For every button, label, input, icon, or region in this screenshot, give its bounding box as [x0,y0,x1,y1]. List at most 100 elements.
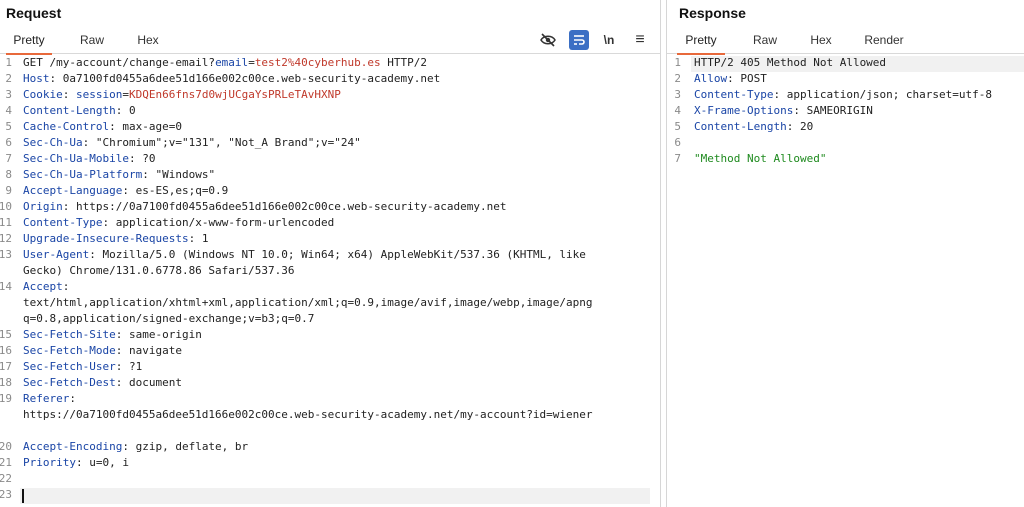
code-token: : application/x-www-form-urlencoded [102,216,335,229]
code-token: : [69,392,76,405]
line-number: 6 [674,136,681,149]
code-line: Upgrade-Insecure-Requests: 1 [23,232,208,245]
code-line: https://0a7100fd0455a6dee51d166e002c00ce… [23,408,593,421]
code-line: HTTP/2 405 Method Not Allowed [694,56,886,69]
code-token: Host [23,72,50,85]
response-pane: Response Pretty Raw Hex Render 1 HTTP/2 4… [667,0,1024,507]
code-line: Sec-Fetch-Mode: navigate [23,344,182,357]
menu-icon[interactable]: ≡ [630,30,650,50]
line-number: 2 [5,72,12,85]
code-token: Gecko) Chrome/131.0.6778.86 Safari/537.3… [23,264,295,277]
line-number: 16 [0,344,12,357]
code-line: Referer: [23,392,76,405]
code-token: Sec-Ch-Ua-Platform [23,168,143,181]
wrap-lines-icon[interactable] [569,30,589,50]
code-line: text/html,application/xhtml+xml,applicat… [23,296,593,309]
code-token: X-Frame-Options [694,104,794,117]
line-number: 11 [0,216,12,229]
line-number: 12 [0,232,12,245]
line-number: 17 [0,360,12,373]
code-token: : "Chromium";v="131", "Not_A Brand";v="2… [82,136,361,149]
response-tab-hex[interactable]: Hex [801,33,841,53]
newline-icon[interactable]: \n [599,30,619,50]
code-token: Priority [23,456,76,469]
request-tab-pretty[interactable]: Pretty [6,33,52,55]
code-token: q=0.8,application/signed-exchange;v=b3;q… [23,312,315,325]
line-number: 5 [674,120,681,133]
line-number: 3 [5,88,12,101]
code-line: X-Frame-Options: SAMEORIGIN [694,104,873,117]
line-number: 3 [674,88,681,101]
code-token: : Mozilla/5.0 (Windows NT 10.0; Win64; x… [89,248,586,261]
request-tab-raw[interactable]: Raw [72,33,112,53]
line-number: 9 [5,184,12,197]
code-line: Sec-Ch-Ua-Platform: "Windows" [23,168,215,181]
line-number: 7 [674,152,681,165]
code-token: Allow [694,72,728,85]
code-token: : ?0 [128,152,156,165]
code-line: GET /my-account/change-email?email=test2… [23,56,427,69]
response-editor[interactable]: 1 HTTP/2 405 Method Not Allowed 2 Allow: PO… [667,56,1024,507]
code-line: Origin: https://0a7100fd0455a6dee51d166e… [23,200,506,213]
code-token: : 0a7100fd0455a6dee51d166e002c00ce.web-s… [49,72,441,85]
code-line: Content-Length: 20 [694,120,813,133]
code-token: HTTP/2 405 Method Not Allowed [694,56,887,69]
code-token: Content-Length [694,120,787,133]
code-token: "Method Not Allowed" [694,152,827,165]
response-tab-pretty[interactable]: Pretty [677,33,725,55]
code-token: User-Agent [23,248,90,261]
code-line: Accept-Language: es-ES,es;q=0.9 [23,184,228,197]
code-line: Host: 0a7100fd0455a6dee51d166e002c00ce.w… [23,72,440,85]
code-token: HTTP/2 [380,56,428,69]
code-line: Sec-Ch-Ua: "Chromium";v="131", "Not_A Br… [23,136,361,149]
text-caret [22,489,24,503]
code-line: Sec-Fetch-Site: same-origin [23,328,202,341]
request-editor[interactable]: 1 GET /my-account/change-email?email=test… [0,56,660,507]
code-line: Sec-Fetch-User: ?1 [23,360,142,373]
code-token: Sec-Fetch-Site [23,328,116,341]
line-number: 4 [5,104,12,117]
code-token: : application/json; charset=utf-8 [773,88,993,101]
line-number: 7 [5,152,12,165]
code-token: : https://0a7100fd0455a6dee51d166e002c00… [62,200,507,213]
code-line: Allow: POST [694,72,767,85]
code-token: Content-Type [23,216,103,229]
code-token: = [122,88,129,101]
response-tab-raw[interactable]: Raw [745,33,785,53]
code-token: : POST [727,72,767,85]
response-tab-render[interactable]: Render [857,33,911,53]
line-number: 22 [0,472,12,485]
code-line: Accept: [23,280,69,293]
code-token: Referer [23,392,70,405]
request-tab-hex[interactable]: Hex [128,33,168,53]
line-number: 8 [5,168,12,181]
code-token: : u=0, i [75,456,129,469]
code-token: : "Windows" [142,168,216,181]
code-token: : SAMEORIGIN [793,104,873,117]
code-token: text/html,application/xhtml+xml,applicat… [23,296,593,309]
code-token: session [76,88,123,101]
current-line-highlight [20,488,650,504]
pane-divider[interactable] [660,0,667,507]
line-number: 21 [0,456,12,469]
code-line: Accept-Encoding: gzip, deflate, br [23,440,248,453]
code-token: : [62,88,76,101]
code-line: "Method Not Allowed" [694,152,826,165]
code-token: Accept [23,280,63,293]
line-number: 15 [0,328,12,341]
code-token: : max-age=0 [109,120,182,133]
code-token: test2%40cyberhub.es [254,56,381,69]
code-line: Priority: u=0, i [23,456,129,469]
code-token: https://0a7100fd0455a6dee51d166e002c00ce… [23,408,593,421]
hide-icon[interactable] [538,30,558,50]
code-token: Sec-Fetch-Dest [23,376,116,389]
code-token: KDQEn66fns7d0wjUCgaYsPRLeTAvHXNP [128,88,341,101]
code-token: Cache-Control [23,120,110,133]
request-toolbar: \n ≡ [535,30,655,52]
code-token: Accept-Language [23,184,123,197]
response-tabs: Pretty Raw Hex Render [667,31,1024,55]
line-number: 6 [5,136,12,149]
code-token: email [215,56,249,69]
code-token: = [248,56,255,69]
line-number: 2 [674,72,681,85]
